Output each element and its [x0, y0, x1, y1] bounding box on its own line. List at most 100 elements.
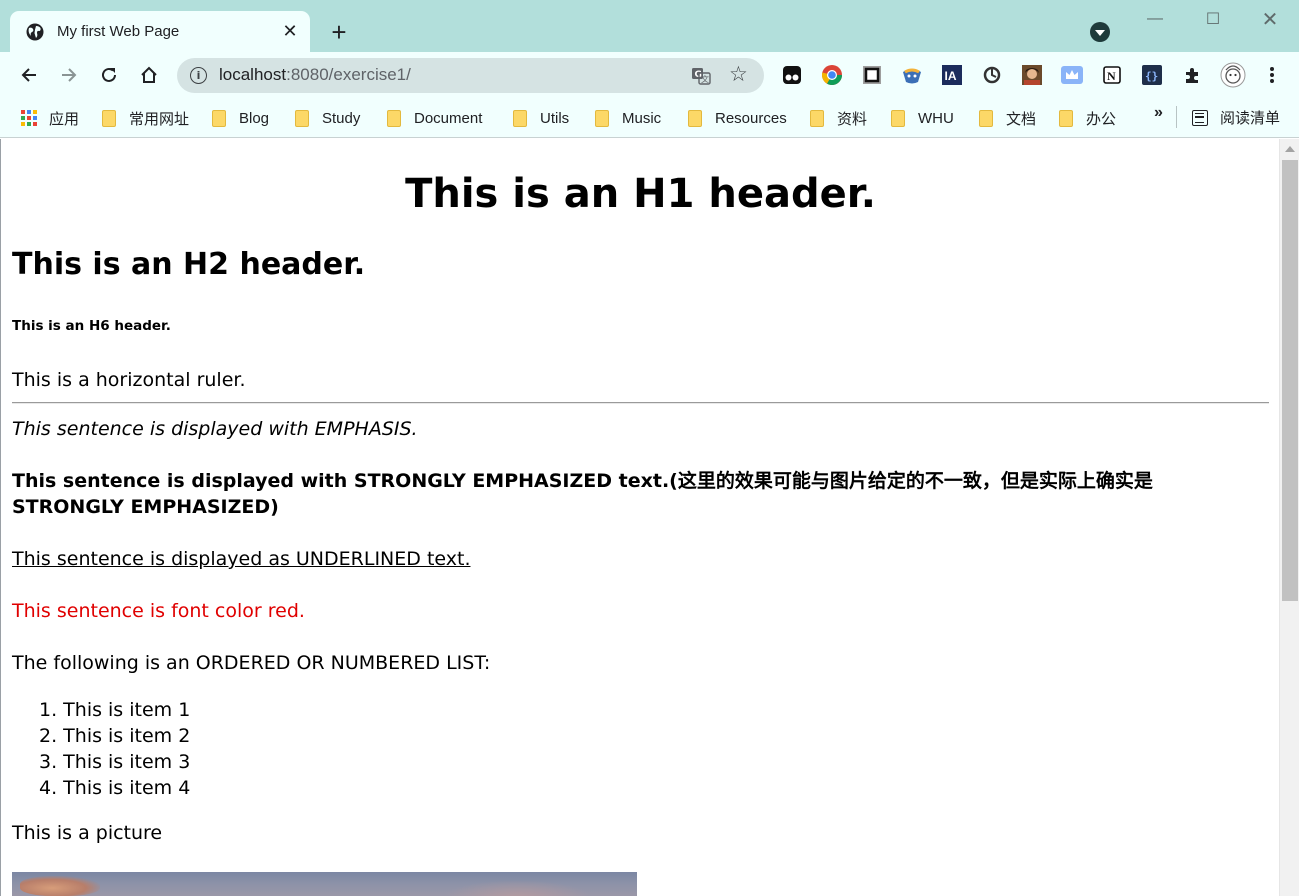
browser-tab[interactable]: My first Web Page ✕ [10, 11, 310, 52]
forward-icon[interactable] [57, 63, 81, 87]
h2-header: This is an H2 header. [12, 247, 366, 282]
strong-text: This sentence is displayed with STRONGLY… [12, 470, 1153, 518]
bookmark-label: Resources [715, 109, 787, 127]
square-extension-icon[interactable] [861, 64, 883, 86]
h1-header: This is an H1 header. [405, 171, 876, 217]
red-text: This sentence is font color red. [12, 600, 305, 622]
reload-icon[interactable] [97, 63, 121, 87]
scroll-up-arrow-icon[interactable] [1285, 146, 1295, 152]
menu-icon[interactable] [1262, 65, 1282, 85]
maximize-button[interactable]: ☐ [1200, 6, 1226, 32]
browser-toolbar: i localhost:8080/exercise1/ G文 ☆ IA N {} [0, 52, 1299, 98]
bookmark-folder[interactable]: Blog [212, 107, 269, 129]
folder-icon [102, 109, 116, 127]
folder-icon [513, 109, 527, 127]
site-info-icon[interactable]: i [190, 67, 207, 84]
ia-extension-icon[interactable]: IA [941, 64, 963, 86]
bookmark-apps[interactable]: 应用 [21, 107, 79, 129]
tab-title: My first Web Page [57, 23, 180, 40]
folder-icon [688, 109, 702, 127]
bookmark-folder[interactable]: WHU [891, 107, 954, 129]
bookmark-folder[interactable]: 办公 [1059, 107, 1116, 129]
bookmark-label: 应用 [49, 110, 80, 128]
list-item: 3. This is item 3 [39, 751, 191, 773]
folder-icon [387, 109, 401, 127]
list-intro: The following is an ORDERED OR NUMBERED … [12, 652, 491, 674]
horizontal-ruler [12, 402, 1269, 404]
bookmark-label: Document [414, 109, 483, 127]
svg-text:{}: {} [1145, 70, 1158, 83]
json-viewer-icon[interactable]: {} [1141, 64, 1163, 86]
ruler-text: This is a horizontal ruler. [12, 369, 246, 391]
page-viewport: This is an H1 header. This is an H2 head… [0, 139, 1279, 896]
reading-list-icon [1192, 109, 1208, 126]
reading-list-label: 阅读清单 [1220, 110, 1281, 127]
more-bookmarks-button[interactable]: » [1154, 104, 1163, 122]
bookmark-folder[interactable]: Study [295, 107, 360, 129]
new-tab-button[interactable]: + [326, 19, 352, 45]
apps-grid-icon [21, 110, 37, 126]
globe-icon [26, 23, 44, 41]
bookmark-label: Blog [239, 109, 270, 127]
home-icon[interactable] [137, 63, 161, 87]
list-item: 1. This is item 1 [39, 699, 191, 721]
tab-close-icon[interactable]: ✕ [280, 21, 300, 42]
bookmark-folder[interactable]: Music [595, 107, 661, 129]
profile-icon[interactable] [1090, 22, 1110, 42]
back-icon[interactable] [17, 63, 41, 87]
notion-icon[interactable]: N [1101, 64, 1123, 86]
bookmark-folder[interactable]: 资料 [810, 107, 867, 129]
bookmark-label: Music [622, 109, 662, 127]
avatar-extension-icon[interactable] [1021, 64, 1043, 86]
bookmark-folder[interactable]: Resources [688, 107, 787, 129]
minimize-button[interactable]: — [1142, 6, 1168, 32]
emphasis-text: This sentence is displayed with EMPHASIS… [12, 418, 418, 440]
close-window-button[interactable]: ✕ [1257, 6, 1283, 32]
extensions-icon[interactable] [1181, 64, 1203, 86]
folder-icon [891, 109, 905, 127]
reading-list-button[interactable]: 阅读清单 [1192, 107, 1280, 128]
picture-caption: This is a picture [12, 822, 163, 844]
h6-header: This is an H6 header. [12, 318, 171, 334]
bookmark-label: WHU [918, 109, 954, 127]
tampermonkey-icon[interactable] [781, 64, 803, 86]
bookmark-separator [1176, 106, 1177, 128]
bookmark-label: 办公 [1086, 110, 1117, 128]
title-bar: My first Web Page ✕ + — ☐ ✕ [0, 0, 1299, 52]
vertical-scrollbar[interactable] [1279, 139, 1299, 896]
landscape-picture [12, 872, 637, 896]
crown-extension-icon[interactable] [1061, 64, 1083, 86]
bookmark-label: 资料 [837, 110, 868, 128]
bookmark-folder[interactable]: Utils [513, 107, 569, 129]
bookmark-label: 常用网址 [129, 110, 190, 128]
address-bar[interactable]: i localhost:8080/exercise1/ G文 ☆ [177, 58, 764, 93]
bookmark-folder[interactable]: 文档 [979, 107, 1036, 129]
chrome-extension-icon[interactable] [821, 64, 843, 86]
bookmark-label: Study [322, 109, 361, 127]
folder-icon [295, 109, 309, 127]
list-item: 4. This is item 4 [39, 777, 191, 799]
folder-icon [1059, 109, 1073, 127]
bookmark-folder[interactable]: Document [387, 107, 482, 129]
bookmark-label: Utils [540, 109, 570, 127]
ordered-list: 1. This is item 1 2. This is item 2 3. T… [39, 697, 190, 801]
dark-reader-icon[interactable] [901, 64, 923, 86]
star-icon[interactable]: ☆ [729, 64, 748, 85]
user-avatar-icon[interactable] [1220, 62, 1246, 88]
list-item: 2. This is item 2 [39, 725, 191, 747]
folder-icon [979, 109, 993, 127]
translate-icon[interactable]: G文 [691, 66, 711, 86]
svg-text:N: N [1107, 69, 1116, 83]
url-text[interactable]: localhost:8080/exercise1/ [219, 65, 411, 85]
bookmark-label: 文档 [1006, 110, 1037, 128]
scrollbar-thumb[interactable] [1282, 160, 1298, 601]
svg-text:文: 文 [701, 74, 709, 84]
folder-icon [595, 109, 609, 127]
sync-extension-icon[interactable] [981, 64, 1003, 86]
bookmarks-bar: 应用 常用网址 Blog Study Document Utils Music … [0, 98, 1299, 138]
folder-icon [212, 109, 226, 127]
folder-icon [810, 109, 824, 127]
bookmark-folder[interactable]: 常用网址 [102, 107, 189, 129]
underline-text: This sentence is displayed as UNDERLINED… [12, 548, 471, 570]
svg-text:IA: IA [945, 69, 957, 83]
